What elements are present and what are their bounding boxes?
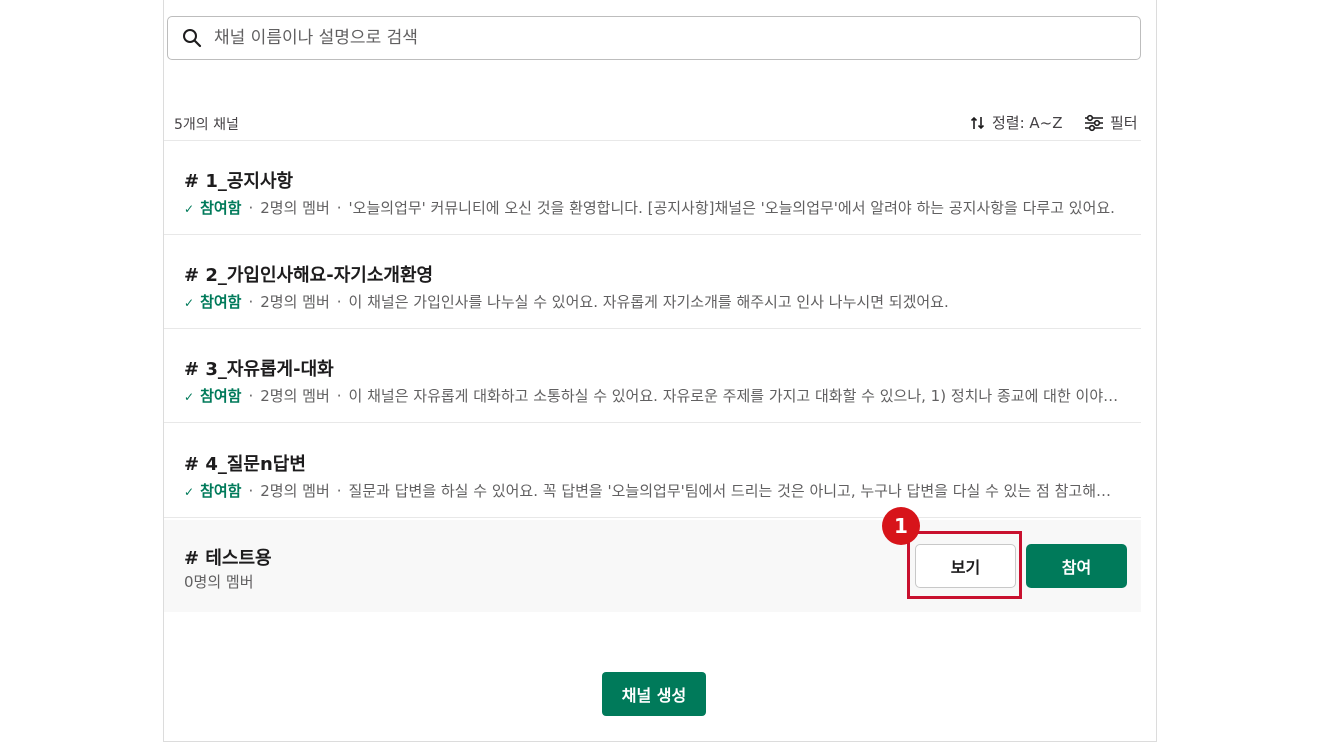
annotation-highlight-box: [907, 531, 1022, 599]
member-count: 2명의 멤버: [260, 482, 330, 500]
sort-icon: [970, 116, 985, 129]
filter-icon: [1085, 114, 1103, 131]
join-button[interactable]: 참여: [1026, 544, 1127, 588]
channel-count: 5개의 채널: [174, 117, 239, 133]
search-icon: [183, 29, 202, 48]
channel-name: # 1_공지사항: [184, 171, 294, 192]
channel-search-box[interactable]: [167, 16, 1141, 60]
joined-status: 참여함: [200, 199, 242, 217]
member-count: 2명의 멤버: [260, 199, 330, 217]
channel-meta: ✓ 참여함 · 2명의 멤버 · '오늘의업무' 커뮤니티에 오신 것을 환영합니다. […: [184, 197, 1124, 218]
channel-row[interactable]: # 4_질문n답변 ✓ 참여함 · 2명의 멤버 · 질문과 답변을 하실 수 있어요. …: [164, 424, 1141, 518]
member-count: 2명의 멤버: [260, 387, 330, 405]
separator-dot: ·: [248, 482, 254, 500]
channel-meta: ✓ 참여함 · 2명의 멤버 · 질문과 답변을 하실 수 있어요. 꼭 답변을 '오늘의…: [184, 480, 1124, 501]
channel-row[interactable]: # 1_공지사항 ✓ 참여함 · 2명의 멤버 · '오늘의업무' 커뮤니티에 오신 것을…: [164, 141, 1141, 235]
joined-status: 참여함: [200, 482, 242, 500]
channel-name: # 2_가입인사해요-자기소개환영: [184, 265, 434, 286]
check-icon: ✓: [184, 202, 195, 216]
channel-name: # 3_자유롭게-대화: [184, 359, 334, 380]
check-icon: ✓: [184, 390, 195, 404]
joined-status: 참여함: [200, 387, 242, 405]
channel-meta: ✓ 참여함 · 2명의 멤버 · 이 채널은 가입인사를 나누실 수 있어요. 자유롭게 …: [184, 291, 1124, 312]
channel-row[interactable]: # 3_자유롭게-대화 ✓ 참여함 · 2명의 멤버 · 이 채널은 자유롭게 대화하고 …: [164, 329, 1141, 423]
channel-description: 이 채널은 자유롭게 대화하고 소통하실 수 있어요. 자유로운 주제를 가지고…: [348, 387, 1124, 405]
separator-dot: ·: [336, 293, 342, 311]
sort-label: 정렬: A~Z: [992, 114, 1063, 132]
check-icon: ✓: [184, 296, 195, 310]
member-count: 2명의 멤버: [260, 293, 330, 311]
list-header: 5개의 채널 정렬: A~Z 필터: [164, 107, 1141, 141]
filter-label: 필터: [1110, 114, 1138, 132]
joined-status: 참여함: [200, 293, 242, 311]
separator-dot: ·: [248, 293, 254, 311]
channel-name: # 4_질문n답변: [184, 454, 306, 475]
sort-button[interactable]: 정렬: A~Z: [970, 112, 1063, 133]
separator-dot: ·: [248, 387, 254, 405]
separator-dot: ·: [248, 199, 254, 217]
create-channel-button[interactable]: 채널 생성: [602, 672, 706, 716]
channel-meta: ✓ 참여함 · 2명의 멤버 · 이 채널은 자유롭게 대화하고 소통하실 수 있어요. …: [184, 385, 1124, 406]
channel-description: 이 채널은 가입인사를 나누실 수 있어요. 자유롭게 자기소개를 해주시고 인…: [348, 293, 949, 311]
channel-description: 질문과 답변을 하실 수 있어요. 꼭 답변을 '오늘의업무'팀에서 드리는 것…: [348, 482, 1124, 500]
separator-dot: ·: [336, 199, 342, 217]
channel-description: '오늘의업무' 커뮤니티에 오신 것을 환영합니다. [공지사항]채널은 '오늘…: [348, 199, 1115, 217]
separator-dot: ·: [336, 482, 342, 500]
check-icon: ✓: [184, 485, 195, 499]
filter-button[interactable]: 필터: [1084, 112, 1138, 133]
annotation-number-badge: 1: [882, 507, 920, 545]
channel-browser-panel: 5개의 채널 정렬: A~Z 필터 # 1_공지사항 ✓ 참여함 · 2명의 멤버 · '…: [163, 0, 1157, 742]
search-input[interactable]: [214, 28, 1140, 48]
channel-row[interactable]: # 2_가입인사해요-자기소개환영 ✓ 참여함 · 2명의 멤버 · 이 채널은 가입인사…: [164, 235, 1141, 329]
channel-name: # 테스트용: [184, 548, 272, 569]
separator-dot: ·: [336, 387, 342, 405]
